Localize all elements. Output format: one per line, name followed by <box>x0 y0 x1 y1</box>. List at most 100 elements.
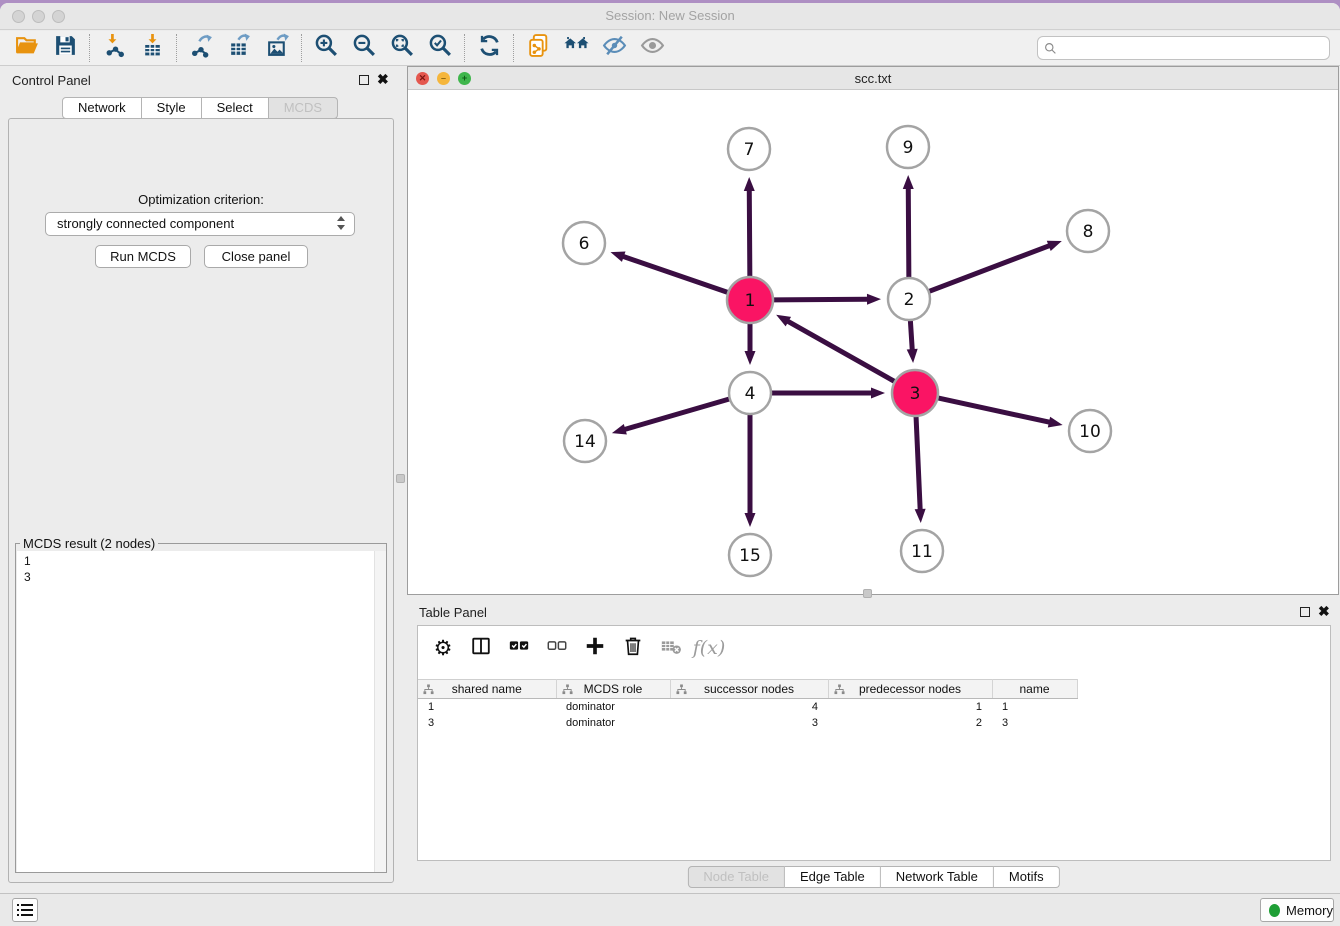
chevron-up-down-icon <box>337 216 347 232</box>
table-cell[interactable]: dominator <box>556 715 670 731</box>
close-panel-icon[interactable]: ✖ <box>377 71 389 88</box>
task-history-button[interactable] <box>12 898 38 922</box>
tab-mcds[interactable]: MCDS <box>269 97 338 119</box>
svg-text:8: 8 <box>1083 222 1094 242</box>
column-header-name[interactable]: name <box>992 680 1077 699</box>
node-11[interactable]: 11 <box>901 530 943 572</box>
export-image-button[interactable] <box>258 33 296 63</box>
node-3[interactable]: 3 <box>892 370 938 416</box>
tab-node-table[interactable]: Node Table <box>687 866 785 888</box>
zoom-selected-button[interactable] <box>421 33 459 63</box>
import-table-button[interactable] <box>133 33 171 63</box>
table-cell[interactable]: dominator <box>556 699 670 715</box>
vertical-splitter-grip[interactable] <box>396 474 405 483</box>
export-table-button[interactable] <box>220 33 258 63</box>
node-7[interactable]: 7 <box>728 128 770 170</box>
zoom-fit-button[interactable] <box>383 33 421 63</box>
settings-button[interactable]: ⚙ <box>424 632 462 664</box>
table-cell[interactable]: 1 <box>418 699 556 715</box>
horizontal-splitter-grip[interactable] <box>863 589 872 598</box>
table-cell[interactable]: 3 <box>992 715 1077 731</box>
toolbar-separator <box>89 34 90 62</box>
table-cell[interactable]: 4 <box>670 699 828 715</box>
node-9[interactable]: 9 <box>887 126 929 168</box>
node-2[interactable]: 2 <box>888 278 930 320</box>
edge-4-15[interactable] <box>745 415 756 527</box>
tab-style[interactable]: Style <box>142 97 202 119</box>
table-cell[interactable]: 2 <box>828 715 992 731</box>
node-14[interactable]: 14 <box>564 420 606 462</box>
criterion-dropdown[interactable]: strongly connected component <box>45 212 355 236</box>
mcds-result-text[interactable]: 1 3 <box>17 551 386 872</box>
edge-4-3[interactable] <box>772 388 885 399</box>
edge-4-14[interactable] <box>612 399 729 434</box>
tab-select[interactable]: Select <box>202 97 269 119</box>
save-session-icon <box>53 33 78 63</box>
delete-table-icon <box>660 635 682 662</box>
edge-2-9[interactable] <box>903 175 914 277</box>
edge-3-11[interactable] <box>915 417 926 523</box>
table-cell[interactable]: 1 <box>992 699 1077 715</box>
delete-column-button[interactable] <box>614 632 652 664</box>
edge-1-4[interactable] <box>745 324 756 365</box>
network-canvas[interactable]: 7 9 6 8 1 2 4 3 14 10 15 11 <box>409 91 1338 594</box>
column-header-shared-name[interactable]: shared name <box>418 680 556 699</box>
zoom-in-button[interactable] <box>307 33 345 63</box>
close-panel-button[interactable]: Close panel <box>204 245 308 268</box>
node-15[interactable]: 15 <box>729 534 771 576</box>
node-6[interactable]: 6 <box>563 222 605 264</box>
edge-2-3[interactable] <box>907 321 918 363</box>
table-cell[interactable]: 3 <box>418 715 556 731</box>
export-image-icon <box>265 33 290 63</box>
table-cell[interactable]: 3 <box>670 715 828 731</box>
search-input[interactable] <box>1057 38 1329 58</box>
control-panel-title: Control Panel <box>12 73 91 88</box>
save-session-button[interactable] <box>46 33 84 63</box>
result-scrollbar[interactable] <box>374 551 386 872</box>
refresh-view-button[interactable] <box>470 33 508 63</box>
edge-1-7[interactable] <box>744 177 755 276</box>
hide-selected-button[interactable] <box>595 33 633 63</box>
zoom-out-button[interactable] <box>345 33 383 63</box>
duplicate-network-button[interactable] <box>519 33 557 63</box>
node-10[interactable]: 10 <box>1069 410 1111 452</box>
first-neighbors-button[interactable] <box>557 33 595 63</box>
import-network-button[interactable] <box>95 33 133 63</box>
toolbar-separator <box>176 34 177 62</box>
node-4[interactable]: 4 <box>729 372 771 414</box>
tab-network-table[interactable]: Network Table <box>881 866 994 888</box>
edge-2-8[interactable] <box>930 241 1062 291</box>
node-8[interactable]: 8 <box>1067 210 1109 252</box>
deselect-all-columns-button[interactable] <box>538 632 576 664</box>
edge-1-2[interactable] <box>774 294 881 305</box>
column-header-predecessor-nodes[interactable]: predecessor nodes <box>828 680 992 699</box>
tab-motifs[interactable]: Motifs <box>994 866 1060 888</box>
column-view-icon <box>470 635 492 662</box>
memory-label: Memory <box>1286 903 1333 918</box>
close-table-panel-icon[interactable]: ✖ <box>1318 603 1330 620</box>
column-header-MCDS-role[interactable]: MCDS role <box>556 680 670 699</box>
memory-button[interactable]: Memory <box>1260 898 1334 922</box>
edge-3-1[interactable] <box>776 315 894 381</box>
edge-3-10[interactable] <box>938 398 1062 427</box>
table-cell[interactable]: 1 <box>828 699 992 715</box>
window-titlebar: Session: New Session <box>0 3 1340 30</box>
tab-network[interactable]: Network <box>62 97 142 119</box>
table-row[interactable]: 3dominator323 <box>418 715 1330 731</box>
column-header-successor-nodes[interactable]: successor nodes <box>670 680 828 699</box>
run-mcds-button[interactable]: Run MCDS <box>95 245 191 268</box>
show-all-button[interactable] <box>633 33 671 63</box>
node-1[interactable]: 1 <box>727 277 773 323</box>
edge-1-6[interactable] <box>610 251 727 292</box>
select-all-columns-button[interactable] <box>500 632 538 664</box>
search-box[interactable] <box>1037 36 1330 60</box>
tab-edge-table[interactable]: Edge Table <box>785 866 881 888</box>
float-table-panel-icon[interactable] <box>1300 607 1310 617</box>
control-panel: Control Panel ✖ NetworkStyleSelectMCDS O… <box>0 66 400 893</box>
table-row[interactable]: 1dominator411 <box>418 699 1330 715</box>
open-session-button[interactable] <box>8 33 46 63</box>
float-panel-icon[interactable] <box>359 75 369 85</box>
column-view-button[interactable] <box>462 632 500 664</box>
export-network-button[interactable] <box>182 33 220 63</box>
add-column-button[interactable] <box>576 632 614 664</box>
